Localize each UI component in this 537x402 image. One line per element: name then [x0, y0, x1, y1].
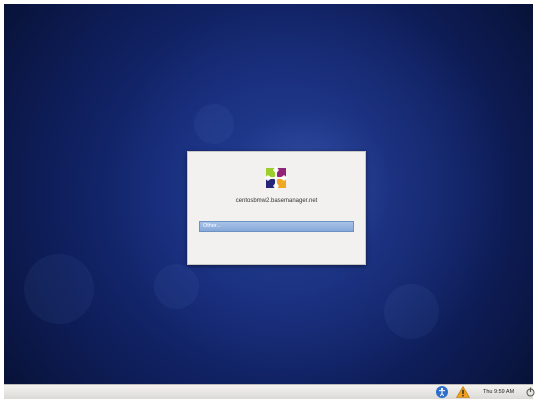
background-bokeh: [384, 284, 439, 339]
user-list-item-label: Other...: [203, 223, 222, 229]
hostname-label: centosbmw2.basemanager.net: [235, 198, 318, 204]
desktop-background: centosbmw2.basemanager.net Other...: [4, 4, 533, 384]
bottom-panel: Thu 9:59 AM: [4, 384, 535, 399]
background-bokeh: [24, 254, 94, 324]
accessibility-icon[interactable]: [436, 386, 448, 398]
centos-logo-icon: [264, 166, 288, 190]
panel-clock[interactable]: Thu 9:59 AM: [483, 385, 514, 399]
background-bokeh: [154, 264, 199, 309]
background-bokeh: [194, 104, 234, 144]
login-dialog: centosbmw2.basemanager.net Other...: [187, 151, 366, 265]
warning-icon[interactable]: [456, 386, 470, 398]
screen: centosbmw2.basemanager.net Other... Thu …: [0, 0, 537, 402]
user-list-item-other[interactable]: Other...: [199, 221, 354, 232]
power-icon[interactable]: [526, 387, 535, 397]
